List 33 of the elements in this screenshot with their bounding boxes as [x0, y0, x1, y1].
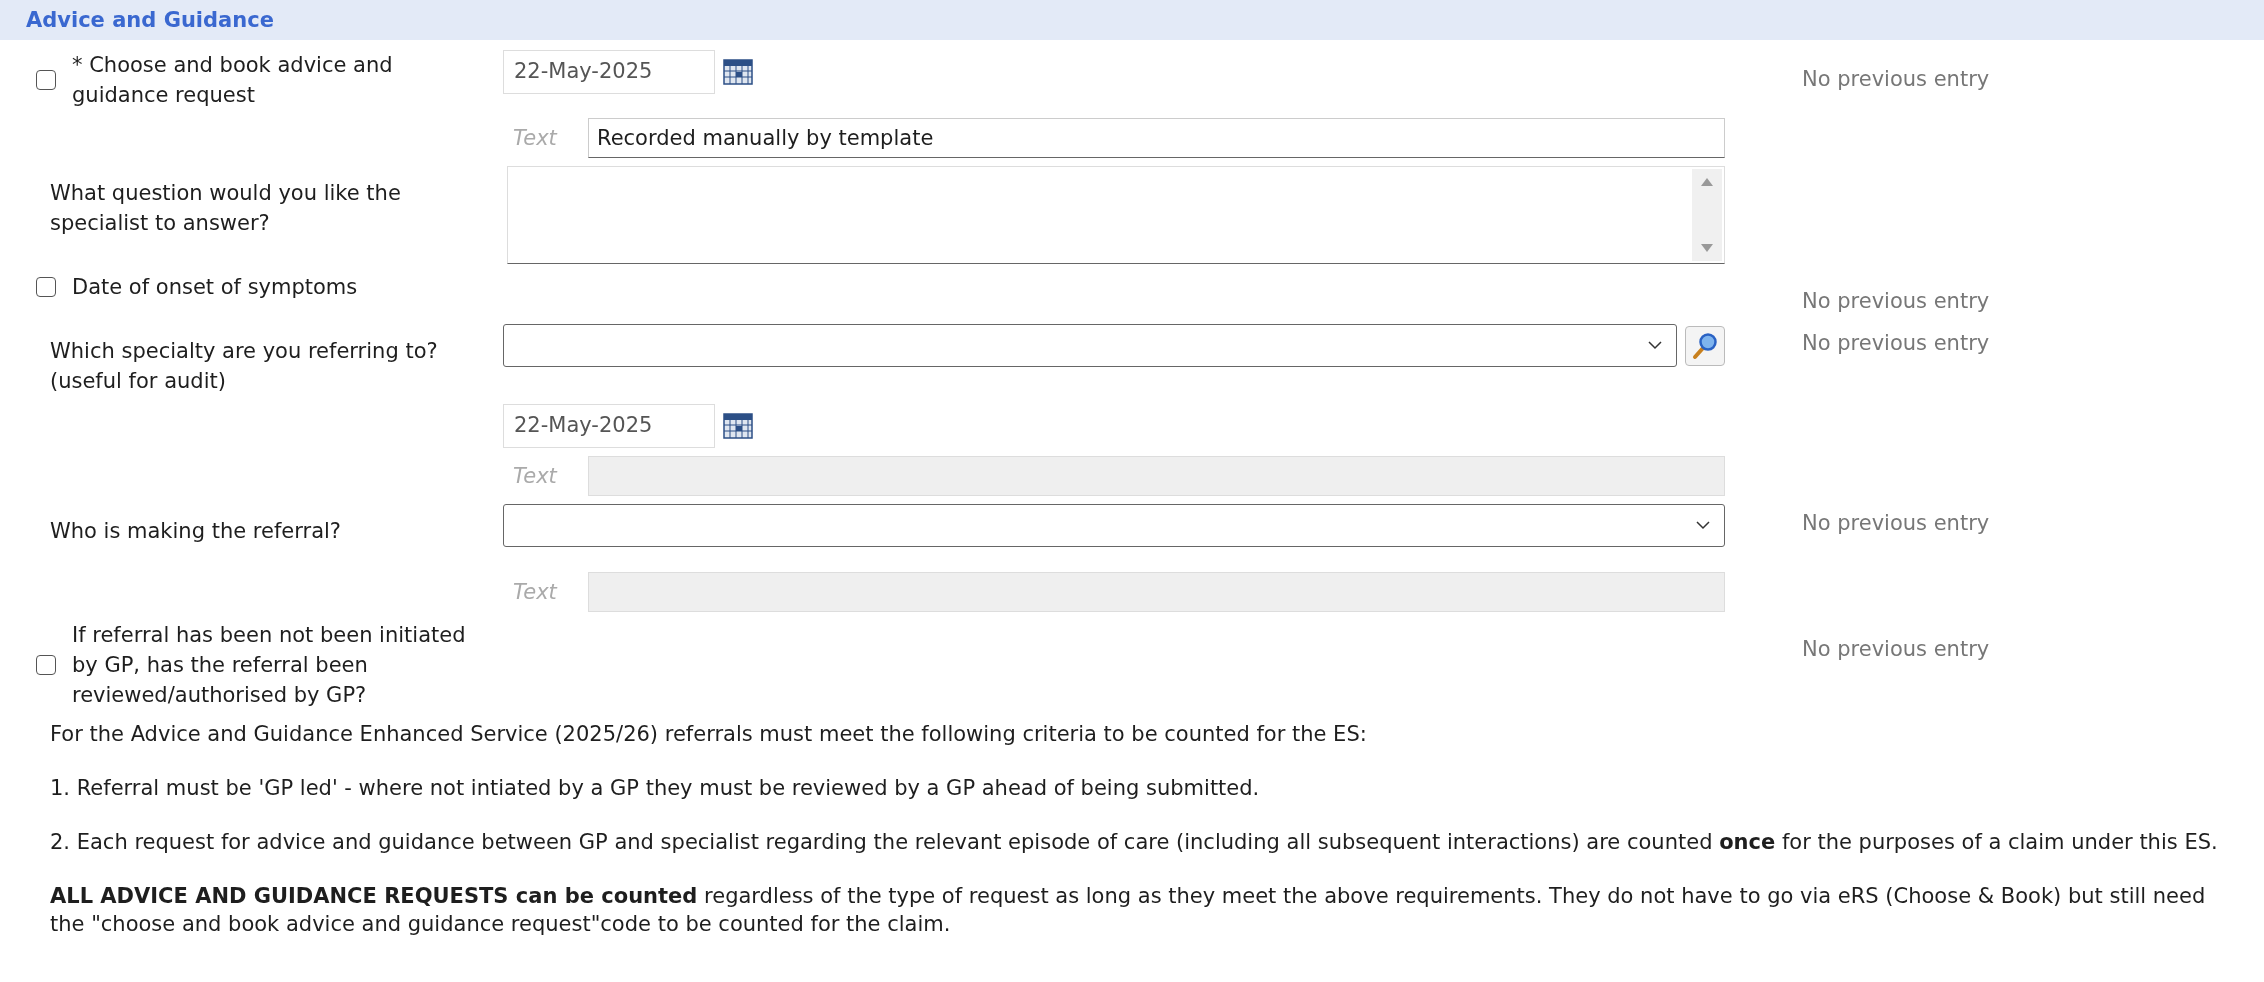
chevron-down-icon: [1648, 341, 1662, 350]
guidance-paragraph: ALL ADVICE AND GUIDANCE REQUESTS can be counted regardless of the type of request as long as they meet the above requirements. They do not have to go via eRS (Choose & Book) but still need the "choose and book advice and guidance request"code to be counted for the claim.: [50, 883, 2207, 938]
previous-entry-text: No previous entry: [1802, 289, 1990, 313]
dropdown[interactable]: [503, 324, 1677, 367]
previous-entry-text: No previous entry: [1802, 511, 1990, 535]
dropdown[interactable]: [503, 504, 1725, 547]
search-button[interactable]: [1685, 325, 1725, 366]
calendar-icon[interactable]: [723, 59, 753, 85]
date-field[interactable]: 22-May-2025: [503, 404, 715, 448]
checkbox-label: * Choose and book advice and guidance request: [72, 52, 394, 109]
search-icon: [1691, 331, 1719, 360]
checkbox[interactable]: [36, 70, 56, 90]
text-prefix: Text: [512, 580, 559, 604]
field-label: Who is making the referral?: [49, 518, 342, 545]
text-prefix: Text: [512, 126, 559, 150]
checkbox[interactable]: [36, 655, 56, 675]
text-prefix: Text: [512, 464, 559, 488]
calendar-icon[interactable]: [723, 413, 753, 439]
section-title: Advice and Guidance: [26, 8, 274, 32]
guidance-paragraph: For the Advice and Guidance Enhanced Service (2025/26) referrals must meet the following criteria to be counted for the ES:: [50, 721, 1368, 748]
checkbox-label: Date of onset of symptoms: [72, 274, 359, 301]
date-field[interactable]: 22-May-2025: [503, 50, 715, 94]
chevron-down-icon: [1696, 521, 1710, 530]
previous-entry-text: No previous entry: [1802, 637, 1990, 661]
checkbox[interactable]: [36, 277, 56, 297]
field-label: What question would you like the specialist to answer?: [49, 180, 402, 237]
field-label: Which specialty are you referring to? (useful for audit): [49, 338, 439, 395]
previous-entry-text: No previous entry: [1802, 331, 1990, 355]
guidance-paragraph: 1. Referral must be 'GP led' - where not intiated by a GP they must be reviewed by a GP ahead of being submitted.: [50, 775, 1261, 802]
previous-entry-text: No previous entry: [1802, 67, 1990, 91]
text-field[interactable]: Recorded manually by template: [588, 118, 1725, 158]
guidance-paragraph: 2. Each request for advice and guidance between GP and specialist regarding the relevant episode of care (including all subsequent interactions) are counted once for the purposes of a claim under this ES.: [50, 829, 2219, 856]
checkbox-label: If referral has been not been initiated by GP, has the referral been reviewed/authorised by GP?: [72, 622, 467, 709]
